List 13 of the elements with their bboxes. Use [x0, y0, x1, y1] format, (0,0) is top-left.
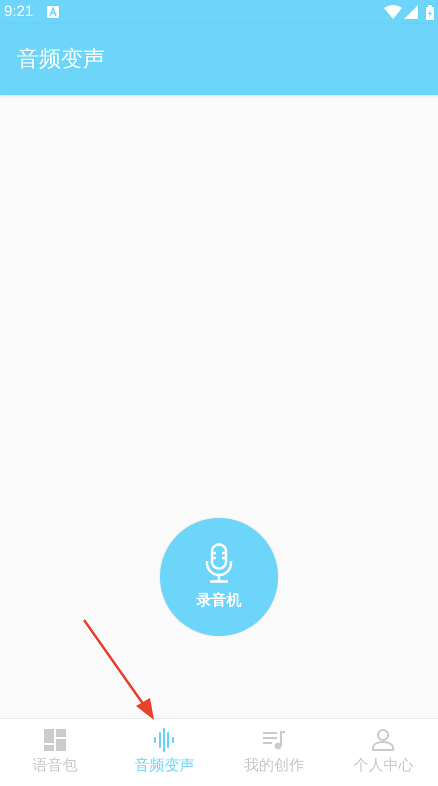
battery-icon	[426, 4, 434, 20]
sound-wave-icon	[152, 728, 176, 752]
nav-tab[interactable]: 音频变声	[110, 719, 219, 786]
recorder-button[interactable]: 录音机	[160, 518, 278, 636]
grid-icon	[42, 728, 67, 752]
notification-icon	[47, 6, 60, 18]
playlist-icon	[262, 728, 286, 752]
app-bar-title: 音频变声	[17, 46, 105, 74]
microphone-icon	[204, 542, 234, 583]
person-icon	[371, 728, 396, 752]
status-time: 9:21	[4, 2, 34, 22]
wifi-icon	[384, 5, 402, 19]
signal-icon	[404, 5, 418, 19]
